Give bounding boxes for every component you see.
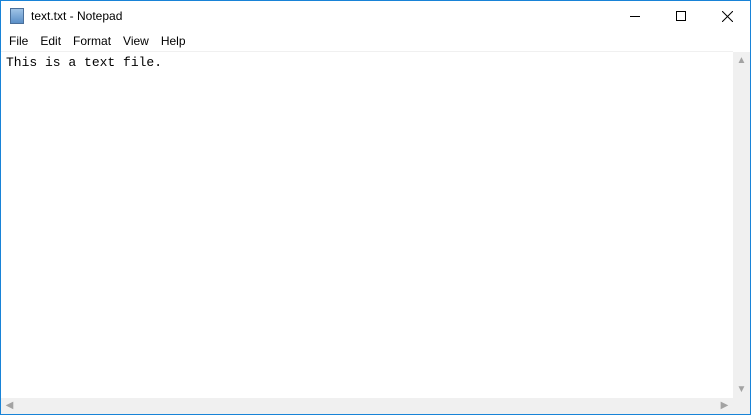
scroll-right-icon[interactable]: ▶ xyxy=(716,400,733,411)
notepad-window: text.txt - Notepad File Edit Format View… xyxy=(0,0,751,415)
vertical-scrollbar[interactable]: ▲ ▼ xyxy=(733,52,750,398)
horizontal-scrollbar[interactable]: ◀ ▶ xyxy=(1,398,733,414)
menu-view[interactable]: View xyxy=(117,31,155,51)
scroll-up-icon[interactable]: ▲ xyxy=(733,55,750,66)
close-icon xyxy=(721,10,733,22)
menu-bar: File Edit Format View Help xyxy=(1,31,750,51)
scroll-left-icon[interactable]: ◀ xyxy=(1,400,18,411)
resize-grip-icon[interactable] xyxy=(733,398,750,414)
menu-edit[interactable]: Edit xyxy=(34,31,67,51)
close-button[interactable] xyxy=(704,1,750,31)
menu-help[interactable]: Help xyxy=(155,31,192,51)
maximize-button[interactable] xyxy=(658,1,704,31)
window-title: text.txt - Notepad xyxy=(31,9,123,23)
menu-file[interactable]: File xyxy=(3,31,34,51)
text-editor[interactable]: This is a text file. xyxy=(1,51,733,398)
minimize-button[interactable] xyxy=(612,1,658,31)
title-bar[interactable]: text.txt - Notepad xyxy=(1,1,750,31)
minimize-icon xyxy=(630,15,640,17)
notepad-icon xyxy=(10,8,24,24)
scroll-down-icon[interactable]: ▼ xyxy=(733,384,750,395)
maximize-icon xyxy=(676,11,686,21)
menu-format[interactable]: Format xyxy=(67,31,117,51)
